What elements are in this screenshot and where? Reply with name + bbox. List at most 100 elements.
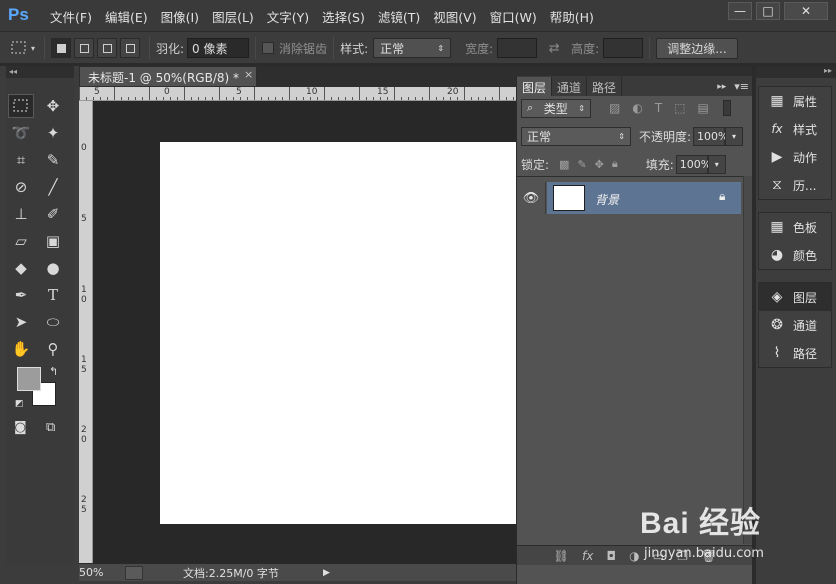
dodge-tool-icon[interactable]: ● [40, 256, 66, 280]
lock-position-icon[interactable]: ✥ [595, 158, 604, 171]
swap-colors-icon[interactable]: ↰ [49, 365, 58, 378]
intersect-selection-mode-button[interactable] [120, 38, 140, 58]
layer-style-icon[interactable]: fx [582, 549, 593, 563]
brush-tool-icon[interactable]: ╱ [40, 175, 66, 199]
maximize-button[interactable]: □ [756, 2, 780, 20]
foreground-color-swatch[interactable] [17, 367, 41, 391]
clone-stamp-tool-icon[interactable]: ⊥ [8, 202, 34, 226]
close-button[interactable]: ✕ [784, 2, 828, 20]
add-mask-icon[interactable]: ◘ [606, 549, 616, 563]
lasso-tool-icon[interactable]: ➰ [8, 121, 34, 145]
default-colors-icon[interactable]: ◩ [15, 399, 24, 409]
dock-collapse-icon[interactable]: ▸▸ [756, 66, 836, 78]
dock-item-layers[interactable]: ◈ 图层 [759, 283, 831, 311]
rectangular-marquee-tool-icon[interactable] [8, 94, 34, 118]
menu-file[interactable]: 文件(F) [50, 7, 92, 26]
status-icon[interactable] [125, 565, 143, 580]
history-brush-tool-icon[interactable]: ✐ [40, 202, 66, 226]
menu-select[interactable]: 选择(S) [322, 7, 365, 26]
zoom-level[interactable]: 50% [79, 566, 125, 579]
path-selection-tool-icon[interactable]: ➤ [8, 310, 34, 334]
document-tab[interactable]: 未标题-1 @ 50%(RGB/8) * [79, 66, 257, 86]
gradient-tool-icon[interactable]: ▣ [40, 229, 66, 253]
menu-filter[interactable]: 滤镜(T) [378, 7, 420, 26]
menu-image[interactable]: 图像(I) [161, 7, 199, 26]
height-input[interactable] [603, 38, 644, 58]
dock-item-swatches[interactable]: ▦ 色板 [759, 213, 831, 241]
ellipse-tool-icon[interactable]: ⬭ [40, 310, 66, 334]
minimize-button[interactable]: — [728, 2, 752, 20]
menu-window[interactable]: 窗口(W) [490, 7, 537, 26]
status-menu-arrow-icon[interactable]: ▶ [323, 568, 330, 578]
eyedropper-tool-icon[interactable]: ✎ [40, 148, 66, 172]
link-layers-icon[interactable]: ⛓ [554, 549, 569, 563]
fill-dropdown-icon[interactable]: ▾ [707, 154, 726, 174]
visibility-eye-icon[interactable]: 👁︎ [517, 182, 546, 214]
healing-brush-tool-icon[interactable]: ⊘ [8, 175, 34, 199]
subtract-selection-mode-button[interactable] [97, 38, 117, 58]
menu-type[interactable]: 文字(Y) [267, 7, 309, 26]
quick-mask-icon[interactable]: ◙ [14, 420, 27, 435]
tools-collapse-icon[interactable]: ◂◂ [6, 66, 74, 78]
marquee-tool-preset-icon[interactable] [10, 39, 28, 57]
tab-paths[interactable]: 路径 [587, 77, 623, 96]
fill-input[interactable]: 100% [675, 154, 711, 174]
blend-mode-select[interactable]: 正常 ⇕ [521, 126, 631, 146]
filter-shape-icon[interactable]: ⬚ [674, 101, 685, 115]
lock-transparent-icon[interactable]: ▩ [559, 158, 569, 171]
type-tool-icon[interactable]: T [40, 283, 66, 307]
document-canvas[interactable] [160, 142, 516, 524]
lock-pixels-icon[interactable]: ✎ [577, 158, 586, 171]
dock-item-paths[interactable]: ⌇ 路径 [759, 339, 831, 367]
feather-input[interactable]: 0 像素 [187, 38, 250, 58]
refine-edge-button[interactable]: 调整边缘... [656, 37, 738, 59]
horizontal-ruler[interactable]: 5 0 5 10 15 20 [79, 87, 516, 101]
new-layer-icon[interactable]: ❐ [677, 549, 688, 563]
dock-item-history[interactable]: ⧖ 历... [759, 171, 831, 199]
tab-channels[interactable]: 通道 [552, 77, 588, 96]
filter-type-icon[interactable]: T [655, 101, 662, 115]
filter-pixel-icon[interactable]: ▨ [609, 101, 620, 115]
zoom-tool-icon[interactable]: ⚲ [40, 337, 66, 361]
filter-smart-object-icon[interactable]: ▤ [698, 101, 709, 115]
dock-item-styles[interactable]: fx 样式 [759, 115, 831, 143]
swap-icon[interactable]: ⇄ [545, 39, 563, 57]
style-select[interactable]: 正常 ⇕ [373, 38, 452, 58]
menu-view[interactable]: 视图(V) [433, 7, 476, 26]
pen-tool-icon[interactable]: ✒ [8, 283, 34, 307]
width-input[interactable] [497, 38, 538, 58]
panel-menu-icon[interactable]: ▾≡ [734, 80, 749, 96]
dock-item-color[interactable]: ◕ 颜色 [759, 241, 831, 269]
eraser-tool-icon[interactable]: ▱ [8, 229, 34, 253]
menu-layer[interactable]: 图层(L) [212, 7, 254, 26]
filter-adjustment-icon[interactable]: ◐ [632, 101, 642, 115]
opacity-input[interactable]: 100% [693, 126, 729, 146]
crop-tool-icon[interactable]: ⌗ [8, 148, 34, 172]
move-tool-icon[interactable]: ✥ [40, 94, 66, 118]
magic-wand-tool-icon[interactable]: ✦ [40, 121, 66, 145]
layer-name[interactable]: 背景 [595, 191, 619, 208]
filter-toggle-switch[interactable] [722, 100, 731, 116]
menu-edit[interactable]: 编辑(E) [105, 7, 148, 26]
blur-tool-icon[interactable]: ◆ [8, 256, 34, 280]
vertical-ruler[interactable]: 0 5 1 0 1 5 2 0 2 5 [79, 101, 93, 563]
opacity-dropdown-icon[interactable]: ▾ [725, 126, 744, 146]
preset-dropdown-arrow-icon[interactable]: ▾ [28, 39, 38, 57]
screen-mode-icon[interactable]: ⧉ [46, 420, 55, 435]
dock-item-actions[interactable]: ▶ 动作 [759, 143, 831, 171]
tab-layers[interactable]: 图层 [517, 77, 553, 96]
antialias-checkbox[interactable] [262, 42, 275, 54]
delete-layer-icon[interactable]: 🗑︎ [701, 549, 716, 563]
close-tab-icon[interactable]: × [244, 68, 256, 82]
dock-item-channels[interactable]: ❂ 通道 [759, 311, 831, 339]
lock-all-icon[interactable]: 🔒︎ [612, 157, 618, 171]
filter-kind-select[interactable]: ⌕ 类型 ⇕ [521, 98, 591, 118]
menu-help[interactable]: 帮助(H) [550, 7, 594, 26]
hand-tool-icon[interactable]: ✋ [8, 337, 34, 361]
layer-row[interactable]: 背景 🔒︎ [547, 182, 741, 214]
panel-collapse-icon[interactable]: ▸▸ [717, 82, 726, 96]
dock-item-properties[interactable]: ▦ 属性 [759, 87, 831, 115]
new-group-icon[interactable]: ▭ [653, 549, 664, 563]
add-selection-mode-button[interactable] [74, 38, 94, 58]
adjustment-layer-icon[interactable]: ◑ [629, 549, 639, 563]
